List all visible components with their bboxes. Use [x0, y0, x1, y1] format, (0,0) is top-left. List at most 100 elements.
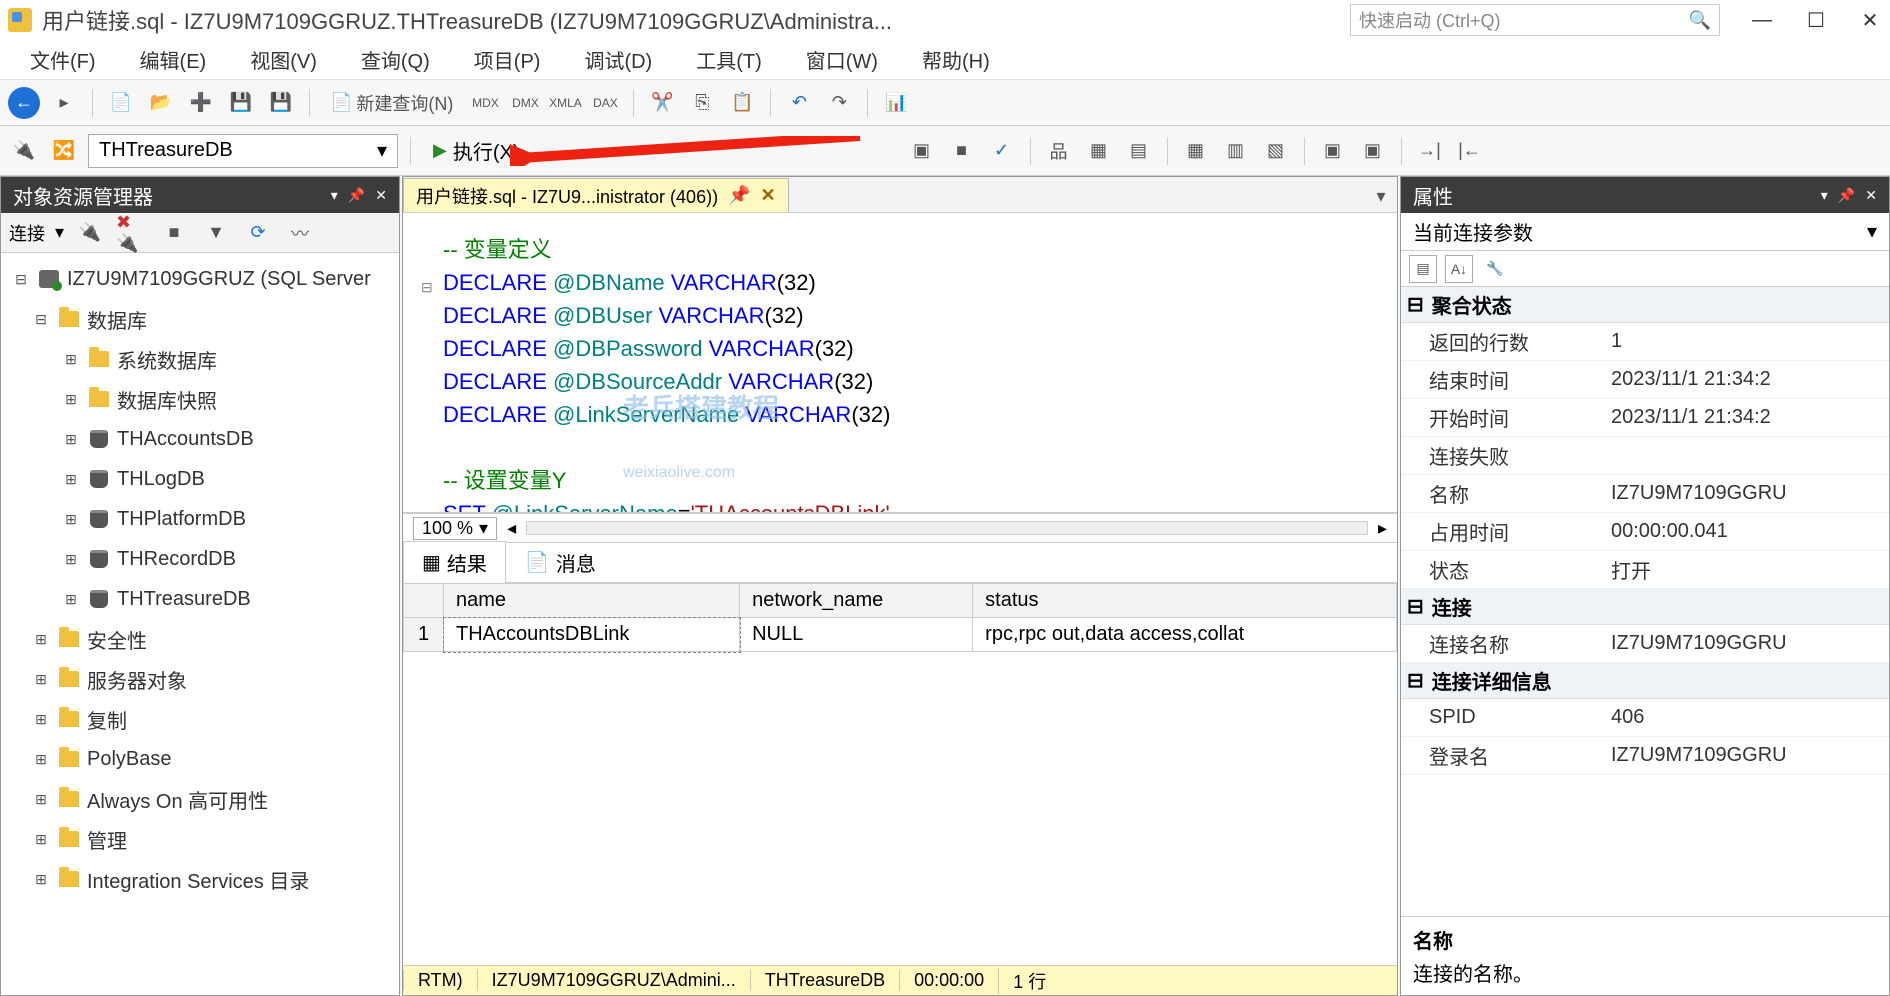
save-icon[interactable]: 💾 — [225, 87, 257, 119]
tree-db-node[interactable]: ⊞THAccountsDB — [1, 419, 399, 459]
menu-file[interactable]: 文件(F) — [8, 39, 118, 80]
options-icon[interactable]: ▦ — [1083, 135, 1115, 167]
chart-icon[interactable]: 📊 — [880, 87, 912, 119]
results-text-icon[interactable]: ▥ — [1220, 135, 1252, 167]
grid-row[interactable]: 1 THAccountsDBLink NULL rpc,rpc out,data… — [404, 618, 1397, 652]
outdent-icon[interactable]: |← — [1454, 135, 1486, 167]
tab-overflow-icon[interactable]: ▾ — [1365, 180, 1397, 212]
properties-subtitle[interactable]: 当前连接参数 ▾ — [1401, 213, 1889, 251]
cut-icon[interactable]: ✂️ — [646, 87, 678, 119]
properties-grid[interactable]: ⊟聚合状态 返回的行数1 结束时间2023/11/1 21:34:2 开始时间2… — [1401, 287, 1889, 916]
connect-label[interactable]: 连接 — [9, 220, 45, 246]
results-grid[interactable]: name network_name status 1 THAccountsDBL… — [403, 583, 1397, 965]
maximize-button[interactable]: ☐ — [1804, 8, 1828, 32]
close-tab-icon[interactable]: ✕ — [760, 185, 775, 206]
object-tree[interactable]: ⊟IZ7U9M7109GGRUZ (SQL Server ⊟数据库 ⊞系统数据库… — [1, 253, 399, 995]
menu-view[interactable]: 视图(V) — [228, 39, 339, 80]
close-icon[interactable]: ✕ — [1865, 187, 1877, 204]
tree-folder-node[interactable]: ⊞复制 — [1, 699, 399, 739]
open-icon[interactable]: 📂 — [145, 87, 177, 119]
tree-folder-node[interactable]: ⊞管理 — [1, 819, 399, 859]
document-tab[interactable]: 用户链接.sql - IZ7U9...inistrator (406)) 📌 ✕ — [403, 178, 789, 212]
dropdown-icon[interactable]: ▾ — [331, 187, 338, 204]
prop-group[interactable]: ⊟连接详细信息 — [1401, 663, 1889, 699]
plan-icon[interactable]: 品 — [1043, 135, 1075, 167]
minimize-button[interactable]: — — [1750, 8, 1774, 32]
grid-header[interactable]: network_name — [740, 584, 973, 618]
scroll-left-icon[interactable]: ◂ — [507, 518, 516, 539]
menu-debug[interactable]: 调试(D) — [562, 39, 674, 80]
dropdown-icon[interactable]: ▾ — [1821, 187, 1828, 204]
tree-sysdb-node[interactable]: ⊞系统数据库 — [1, 339, 399, 379]
tree-folder-node[interactable]: ⊞服务器对象 — [1, 659, 399, 699]
dmx-icon[interactable]: DMX — [509, 87, 541, 119]
menu-window[interactable]: 窗口(W) — [784, 39, 900, 80]
nav-fwd-button[interactable]: ▸ — [48, 87, 80, 119]
save-all-icon[interactable]: 💾 — [265, 87, 297, 119]
tree-folder-node[interactable]: ⊞PolyBase — [1, 739, 399, 779]
add-icon[interactable]: ➕ — [185, 87, 217, 119]
tree-db-node[interactable]: ⊞THPlatformDB — [1, 499, 399, 539]
sort-az-icon[interactable]: A↓ — [1445, 255, 1473, 283]
menu-edit[interactable]: 编辑(E) — [118, 39, 229, 80]
execute-button[interactable]: ▶ 执行(X) — [423, 132, 530, 169]
tree-server-node[interactable]: ⊟IZ7U9M7109GGRUZ (SQL Server — [1, 259, 399, 299]
comment-icon[interactable]: ▣ — [1317, 135, 1349, 167]
menu-project[interactable]: 项目(P) — [452, 39, 563, 80]
horizontal-scrollbar[interactable] — [526, 521, 1368, 535]
pin-icon[interactable]: 📌 — [728, 185, 750, 206]
mdx-icon[interactable]: MDX — [469, 87, 501, 119]
quick-launch-input[interactable]: 快速启动 (Ctrl+Q) 🔍 — [1350, 4, 1720, 36]
debug-icon[interactable]: ▣ — [906, 135, 938, 167]
tab-results[interactable]: ▦结果 — [403, 541, 506, 584]
paste-icon[interactable]: 📋 — [726, 87, 758, 119]
zoom-dropdown[interactable]: 100 % ▾ — [413, 517, 497, 540]
pin-icon[interactable]: 📌 — [348, 187, 365, 204]
close-button[interactable]: ✕ — [1858, 8, 1882, 32]
grid-header[interactable]: status — [973, 584, 1397, 618]
undo-icon[interactable]: ↶ — [783, 87, 815, 119]
xmla-icon[interactable]: XMLA — [549, 87, 581, 119]
filter-icon[interactable]: ▼ — [200, 217, 232, 249]
nav-back-button[interactable]: ← — [8, 87, 40, 119]
dax-icon[interactable]: DAX — [589, 87, 621, 119]
results-file-icon[interactable]: ▧ — [1260, 135, 1292, 167]
scroll-right-icon[interactable]: ▸ — [1378, 518, 1387, 539]
menu-tools[interactable]: 工具(T) — [674, 39, 784, 80]
close-icon[interactable]: ✕ — [375, 187, 387, 204]
stats-icon[interactable]: ▤ — [1123, 135, 1155, 167]
copy-icon[interactable]: ⎘ — [686, 87, 718, 119]
tree-databases-node[interactable]: ⊟数据库 — [1, 299, 399, 339]
tree-db-node[interactable]: ⊞THTreasureDB — [1, 579, 399, 619]
wrench-icon[interactable]: 🔧 — [1481, 255, 1509, 283]
tab-messages[interactable]: 📄消息 — [506, 541, 615, 584]
grid-header[interactable]: name — [444, 584, 740, 618]
parse-icon[interactable]: ✓ — [986, 135, 1018, 167]
indent-icon[interactable]: →| — [1414, 135, 1446, 167]
database-dropdown[interactable]: THTreasureDB ▾ — [88, 134, 398, 168]
tree-folder-node[interactable]: ⊞安全性 — [1, 619, 399, 659]
tree-snapshot-node[interactable]: ⊞数据库快照 — [1, 379, 399, 419]
pin-icon[interactable]: 📌 — [1838, 187, 1855, 204]
disconnect-icon[interactable]: ✖🔌 — [116, 217, 148, 249]
connect-icon[interactable]: 🔌 — [74, 217, 106, 249]
results-grid-icon[interactable]: ▦ — [1180, 135, 1212, 167]
prop-group[interactable]: ⊟聚合状态 — [1401, 287, 1889, 323]
menu-help[interactable]: 帮助(H) — [900, 39, 1012, 80]
outline-collapse-icon[interactable]: ⊟ — [421, 271, 433, 304]
stop-icon[interactable]: ■ — [946, 135, 978, 167]
prop-group[interactable]: ⊟连接 — [1401, 589, 1889, 625]
tree-folder-node[interactable]: ⊞Always On 高可用性 — [1, 779, 399, 819]
uncomment-icon[interactable]: ▣ — [1357, 135, 1389, 167]
refresh-icon[interactable]: ⟳ — [242, 217, 274, 249]
menu-query[interactable]: 查询(Q) — [339, 39, 452, 80]
activity-icon[interactable]: 〰 — [284, 217, 316, 249]
new-query-button[interactable]: 📄 新建查询(N) — [322, 87, 461, 119]
new-project-icon[interactable]: 📄 — [105, 87, 137, 119]
redo-icon[interactable]: ↷ — [823, 87, 855, 119]
tree-db-node[interactable]: ⊞THLogDB — [1, 459, 399, 499]
connection-icon[interactable]: 🔌 — [8, 135, 40, 167]
sql-editor[interactable]: ⊟ -- 变量定义 DECLARE @DBName VARCHAR(32) DE… — [403, 213, 1397, 513]
stop-icon[interactable]: ■ — [158, 217, 190, 249]
categorize-icon[interactable]: ▤ — [1409, 255, 1437, 283]
